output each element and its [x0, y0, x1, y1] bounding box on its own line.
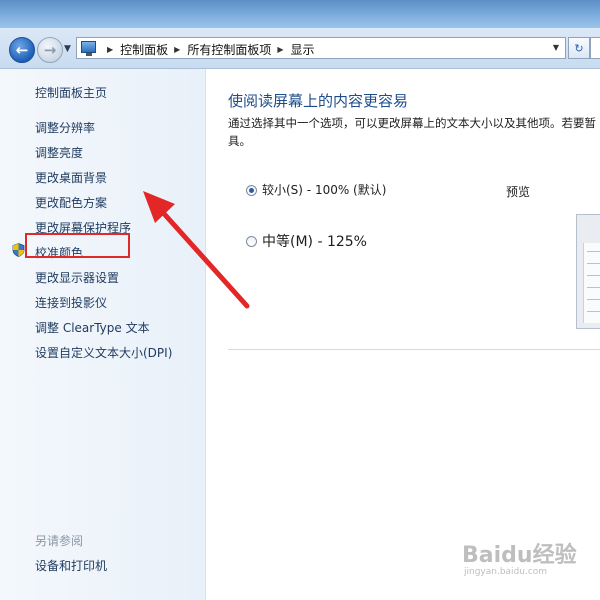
- window-title-bar: [0, 0, 600, 28]
- option-medium-label[interactable]: 中等(M) - 125%: [262, 231, 367, 251]
- sidebar-item-cleartype[interactable]: 调整 ClearType 文本: [35, 319, 150, 336]
- option-smaller-label[interactable]: 较小(S) - 100% (默认): [262, 181, 386, 198]
- sidebar-item-home[interactable]: 控制面板主页: [35, 84, 107, 101]
- sidebar-item-projector[interactable]: 连接到投影仪: [35, 294, 107, 311]
- watermark-url: jingyan.baidu.com: [464, 567, 548, 577]
- highlight-box: [25, 233, 130, 258]
- navigation-bar: ← → ▼ ▶ 控制面板 ▶ 所有控制面板项 ▶ 显示 ▼ ↻: [0, 28, 600, 69]
- sidebar-item-display-settings[interactable]: 更改显示器设置: [35, 269, 119, 286]
- address-bar[interactable]: ▶ 控制面板 ▶ 所有控制面板项 ▶ 显示 ▼: [76, 37, 566, 59]
- breadcrumb-item-display[interactable]: 显示: [291, 41, 315, 58]
- forward-button[interactable]: →: [37, 37, 63, 63]
- watermark-logo: Baidu经验: [462, 543, 577, 568]
- chevron-right-icon[interactable]: ▶: [174, 45, 180, 54]
- sidebar-item-resolution[interactable]: 调整分辨率: [35, 119, 95, 136]
- breadcrumb-item-all-items[interactable]: 所有控制面板项: [187, 41, 271, 58]
- refresh-icon: ↻: [574, 41, 584, 55]
- address-dropdown-icon[interactable]: ▼: [553, 43, 559, 52]
- sidebar-item-devices-printers[interactable]: 设备和打印机: [35, 557, 107, 574]
- uac-shield-icon: [12, 243, 25, 257]
- control-panel-icon: [81, 41, 96, 56]
- preview-line: [587, 287, 600, 288]
- preview-line: [587, 311, 600, 312]
- page-title: 使阅读屏幕上的内容更容易: [228, 92, 409, 110]
- sidebar-item-desktop-background[interactable]: 更改桌面背景: [35, 169, 107, 186]
- chevron-right-icon[interactable]: ▶: [277, 45, 283, 54]
- back-button[interactable]: ←: [9, 37, 35, 63]
- sidebar-item-color-scheme[interactable]: 更改配色方案: [35, 194, 107, 211]
- preview-line: [587, 263, 600, 264]
- breadcrumb: ▶ 控制面板 ▶ 所有控制面板项 ▶ 显示: [101, 41, 315, 58]
- radio-smaller[interactable]: [246, 185, 257, 196]
- baidu-watermark: Baidu经验 jingyan.baidu.com: [462, 537, 592, 597]
- description-text: 通过选择其中一个选项，可以更改屏幕上的文本大小以及其他项。若要暂: [228, 116, 596, 130]
- preview-line: [587, 299, 600, 300]
- sidebar-item-custom-dpi[interactable]: 设置自定义文本大小(DPI): [35, 344, 172, 361]
- preview-label: 预览: [506, 185, 531, 199]
- main-content: 使阅读屏幕上的内容更容易 通过选择其中一个选项，可以更改屏幕上的文本大小以及其他…: [206, 69, 600, 600]
- arrow-left-icon: ←: [15, 41, 29, 59]
- breadcrumb-item-control-panel[interactable]: 控制面板: [120, 41, 168, 58]
- description-text-cont: 具。: [228, 134, 251, 148]
- preview-line: [587, 251, 600, 252]
- radio-medium[interactable]: [246, 236, 257, 247]
- arrow-right-icon: →: [43, 41, 57, 59]
- recent-pages-dropdown[interactable]: ▼: [64, 44, 71, 54]
- see-also-heading: 另请参阅: [35, 534, 84, 548]
- refresh-button[interactable]: ↻: [568, 37, 590, 59]
- preview-image: [576, 214, 600, 329]
- chevron-right-icon[interactable]: ▶: [107, 45, 113, 54]
- preview-window: [583, 243, 600, 323]
- sidebar: 控制面板主页 调整分辨率 调整亮度 更改桌面背景 更改配色方案 更改屏幕保护程序…: [0, 69, 206, 600]
- sidebar-item-brightness[interactable]: 调整亮度: [35, 144, 83, 161]
- search-input[interactable]: [590, 37, 600, 59]
- page-description: 通过选择其中一个选项，可以更改屏幕上的文本大小以及其他项。若要暂 具。: [228, 114, 600, 150]
- preview-line: [587, 275, 600, 276]
- divider: [228, 349, 600, 350]
